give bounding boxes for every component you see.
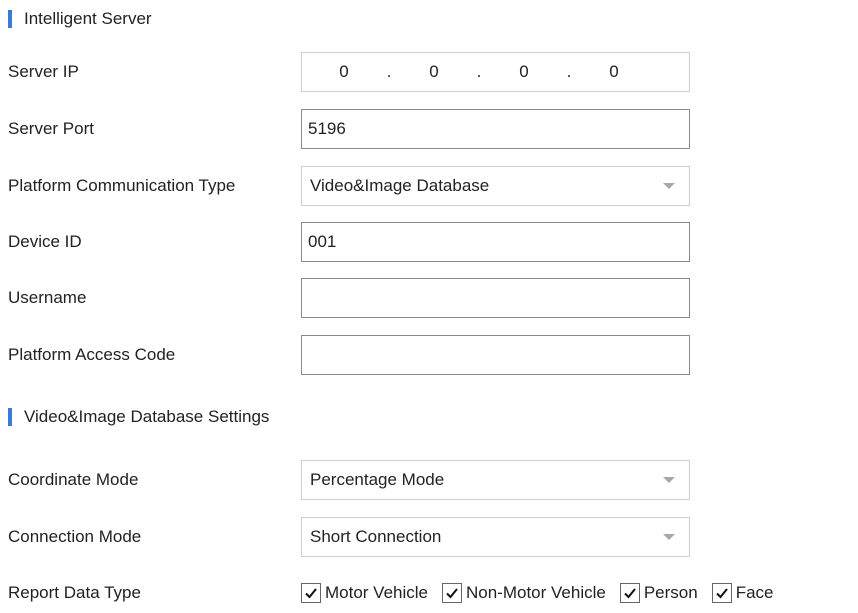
checkbox-non-motor-vehicle[interactable]: Non-Motor Vehicle: [442, 583, 606, 603]
checkbox-face[interactable]: Face: [711, 583, 774, 603]
server-ip-input[interactable]: 0 . 0 . 0 . 0: [301, 52, 690, 92]
chevron-down-icon[interactable]: [663, 183, 675, 189]
communication-type-label: Platform Communication Type: [8, 176, 236, 195]
ip-octet-4[interactable]: 0: [602, 62, 626, 82]
device-id-label: Device ID: [8, 232, 82, 251]
server-ip-label: Server IP: [8, 62, 79, 81]
coordinate-mode-value: Percentage Mode: [310, 470, 445, 489]
ip-separator: .: [566, 62, 572, 81]
section-title: Video&Image Database Settings: [24, 407, 270, 426]
checkbox-label: Person: [643, 583, 698, 602]
checkbox-person[interactable]: Person: [619, 583, 698, 603]
server-port-input[interactable]: [301, 109, 690, 149]
checkbox-checked-icon[interactable]: [301, 583, 321, 603]
chevron-down-icon[interactable]: [663, 477, 675, 483]
checkbox-checked-icon[interactable]: [619, 583, 640, 603]
checkbox-checked-icon[interactable]: [442, 583, 462, 603]
access-code-input[interactable]: [301, 335, 690, 375]
report-data-type-label: Report Data Type: [8, 583, 141, 602]
communication-type-value: Video&Image Database: [310, 176, 490, 195]
chevron-down-icon[interactable]: [663, 534, 675, 540]
coordinate-mode-label: Coordinate Mode: [8, 470, 139, 489]
ip-octet-2[interactable]: 0: [422, 62, 446, 82]
ip-separator: .: [386, 62, 392, 81]
section-title: Intelligent Server: [24, 9, 152, 28]
communication-type-select[interactable]: Video&Image Database: [301, 166, 690, 206]
coordinate-mode-select[interactable]: Percentage Mode: [301, 460, 690, 500]
checkbox-label: Non-Motor Vehicle: [466, 583, 606, 602]
ip-separator: .: [476, 62, 482, 81]
connection-mode-select[interactable]: Short Connection: [301, 517, 690, 557]
ip-octet-1[interactable]: 0: [332, 62, 356, 82]
checkbox-motor-vehicle[interactable]: Motor Vehicle: [301, 583, 428, 603]
server-port-label: Server Port: [8, 119, 94, 138]
ip-octet-3[interactable]: 0: [512, 62, 536, 82]
checkbox-label: Motor Vehicle: [325, 583, 428, 602]
report-data-type-options: Motor Vehicle Non-Motor Vehicle Person F…: [301, 578, 774, 608]
username-input[interactable]: [301, 278, 690, 318]
device-id-input[interactable]: [301, 222, 690, 262]
section-accent-bar: [8, 10, 12, 28]
username-label: Username: [8, 288, 87, 307]
section-header-database-settings: Video&Image Database Settings: [8, 406, 269, 428]
section-accent-bar: [8, 408, 12, 426]
checkbox-checked-icon[interactable]: [711, 583, 732, 603]
section-header-intelligent-server: Intelligent Server: [8, 8, 152, 30]
connection-mode-label: Connection Mode: [8, 527, 142, 546]
checkbox-label: Face: [735, 583, 774, 602]
connection-mode-value: Short Connection: [310, 527, 442, 546]
access-code-label: Platform Access Code: [8, 345, 176, 364]
